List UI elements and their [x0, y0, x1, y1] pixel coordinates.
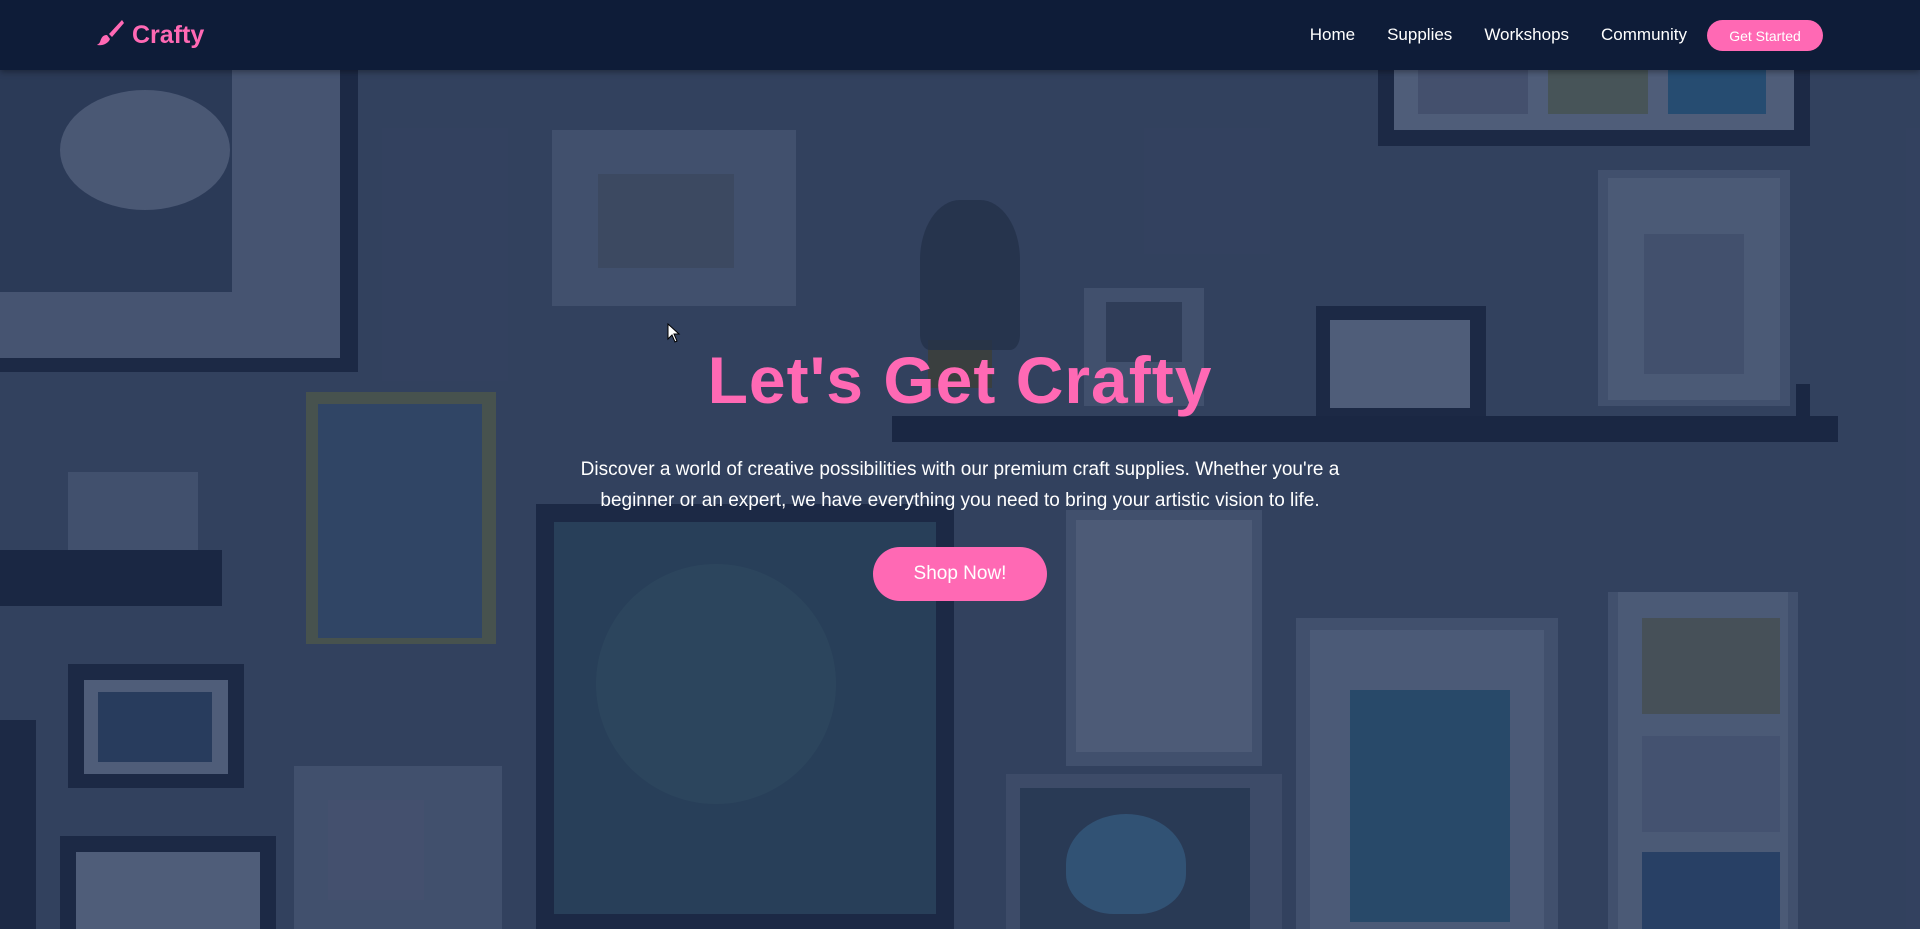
get-started-button[interactable]: Get Started — [1707, 20, 1823, 51]
brand-name: Crafty — [132, 21, 205, 49]
nav-link-community[interactable]: Community — [1601, 25, 1687, 45]
page: Crafty Home Supplies Workshops Community… — [0, 0, 1920, 929]
hero-title: Let's Get Crafty — [707, 343, 1213, 417]
shop-now-button[interactable]: Shop Now! — [873, 547, 1047, 601]
nav-link-supplies[interactable]: Supplies — [1387, 25, 1452, 45]
hero-section: Let's Get Crafty Discover a world of cre… — [0, 70, 1920, 929]
nav-links: Home Supplies Workshops Community — [1310, 0, 1687, 70]
navbar: Crafty Home Supplies Workshops Community… — [0, 0, 1920, 70]
hero-description: Discover a world of creative possibiliti… — [580, 459, 1340, 511]
brand-logo[interactable]: Crafty — [96, 18, 204, 53]
nav-link-workshops[interactable]: Workshops — [1484, 25, 1569, 45]
mouse-cursor-icon — [667, 322, 681, 343]
nav-link-home[interactable]: Home — [1310, 25, 1355, 45]
paintbrush-icon — [96, 18, 124, 53]
